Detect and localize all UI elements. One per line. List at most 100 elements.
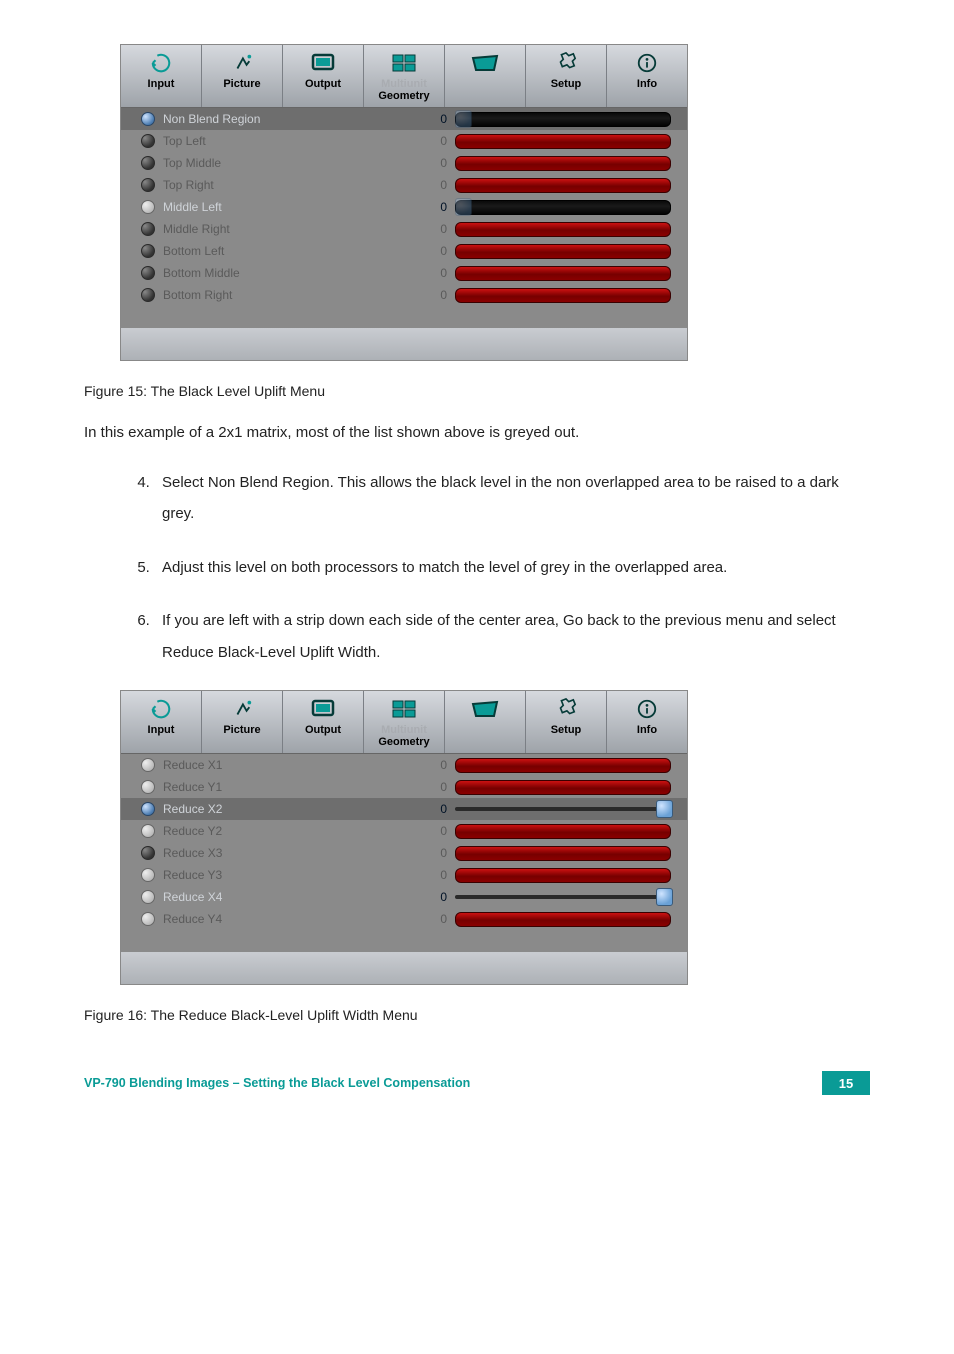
radio-icon[interactable] [141,868,155,882]
menu-row[interactable]: Reduce X10 [121,754,687,776]
radio-icon[interactable] [141,780,155,794]
tab-picture[interactable]: Picture [202,691,283,753]
tab-setup[interactable]: Setup [526,45,607,107]
row-label: Bottom Right [163,288,421,302]
menu-row[interactable]: Reduce Y30 [121,864,687,886]
row-value: 0 [421,266,449,280]
row-value: 0 [421,780,449,794]
tab-output[interactable]: Output [283,691,364,753]
menu-row[interactable]: Top Middle0 [121,152,687,174]
menu-row[interactable]: Reduce Y10 [121,776,687,798]
output-icon [283,694,363,724]
row-value: 0 [421,178,449,192]
slider[interactable] [455,220,671,238]
row-label: Middle Left [163,200,421,214]
tab-label: Input [121,78,201,93]
input-icon [121,694,201,724]
slider[interactable] [455,756,671,774]
step-item: Adjust this level on both processors to … [154,552,870,584]
row-value: 0 [421,244,449,258]
row-label: Reduce X2 [163,802,421,816]
row-label: Reduce X4 [163,890,421,904]
slider[interactable] [455,176,671,194]
tab-info[interactable]: Info [607,45,687,107]
tab-output[interactable]: Output [283,45,364,107]
tab-picture[interactable]: Picture [202,45,283,107]
tab-info[interactable]: Info [607,691,687,753]
slider[interactable] [455,888,671,906]
menu-row[interactable]: Reduce X40 [121,886,687,908]
tab-geometry[interactable]: . [445,691,526,753]
slider[interactable] [455,286,671,304]
page-footer: VP-790 Blending Images – Setting the Bla… [0,1061,954,1113]
radio-icon[interactable] [141,244,155,258]
radio-icon[interactable] [141,912,155,926]
slider[interactable] [455,822,671,840]
radio-icon[interactable] [141,112,155,126]
slider[interactable] [455,132,671,150]
row-label: Reduce Y3 [163,868,421,882]
slider[interactable] [455,778,671,796]
slider[interactable] [455,110,671,128]
step-item: Select Non Blend Region. This allows the… [154,467,870,530]
row-label: Top Left [163,134,421,148]
row-value: 0 [421,112,449,126]
slider[interactable] [455,264,671,282]
tab-geometry[interactable]: . [445,45,526,107]
radio-icon[interactable] [141,758,155,772]
radio-icon[interactable] [141,200,155,214]
tab-multiunit[interactable]: Multiunit Geometry [364,691,445,753]
radio-icon[interactable] [141,824,155,838]
menu-row[interactable]: Bottom Right0 [121,284,687,306]
radio-icon[interactable] [141,802,155,816]
black-level-uplift-panel: Input Picture Output Multiunit Geometry [120,44,688,361]
menu-row[interactable]: Reduce X20 [121,798,687,820]
radio-icon[interactable] [141,288,155,302]
radio-icon[interactable] [141,846,155,860]
menu-rows: Reduce X10Reduce Y10Reduce X20Reduce Y20… [121,754,687,952]
slider[interactable] [455,198,671,216]
slider-thumb[interactable] [656,800,673,818]
row-label: Bottom Left [163,244,421,258]
menu-row[interactable]: Top Left0 [121,130,687,152]
row-label: Reduce X1 [163,758,421,772]
tab-bar: Input Picture Output Multiunit Geometry [121,45,687,108]
menu-row[interactable]: Middle Right0 [121,218,687,240]
footer-title: VP-790 Blending Images – Setting the Bla… [84,1076,470,1090]
menu-row[interactable]: Reduce X30 [121,842,687,864]
slider[interactable] [455,910,671,928]
menu-row[interactable]: Top Right0 [121,174,687,196]
menu-row[interactable]: Non Blend Region0 [121,108,687,130]
slider[interactable] [455,242,671,260]
slider[interactable] [455,844,671,862]
tab-label: Setup [526,78,606,93]
tab-multiunit[interactable]: Multiunit Geometry [364,45,445,107]
slider[interactable] [455,866,671,884]
radio-icon[interactable] [141,178,155,192]
tab-label: Multiunit Geometry [364,78,444,105]
slider[interactable] [455,154,671,172]
menu-row[interactable]: Reduce Y40 [121,908,687,930]
row-value: 0 [421,802,449,816]
radio-icon[interactable] [141,890,155,904]
geometry-icon [445,694,525,724]
radio-icon[interactable] [141,222,155,236]
menu-row[interactable]: Bottom Middle0 [121,262,687,284]
tab-setup[interactable]: Setup [526,691,607,753]
reduce-uplift-width-panel: Input Picture Output Multiunit Geometry [120,690,688,985]
radio-icon[interactable] [141,156,155,170]
menu-row[interactable]: Bottom Left0 [121,240,687,262]
tab-input[interactable]: Input [121,691,202,753]
radio-icon[interactable] [141,266,155,280]
row-value: 0 [421,890,449,904]
tab-label: Info [607,78,687,93]
radio-icon[interactable] [141,134,155,148]
tab-input[interactable]: Input [121,45,202,107]
menu-row[interactable]: Reduce Y20 [121,820,687,842]
panel-footer [121,328,687,360]
picture-icon [202,694,282,724]
slider[interactable] [455,800,671,818]
slider-thumb[interactable] [656,888,673,906]
menu-row[interactable]: Middle Left0 [121,196,687,218]
info-icon [607,48,687,78]
